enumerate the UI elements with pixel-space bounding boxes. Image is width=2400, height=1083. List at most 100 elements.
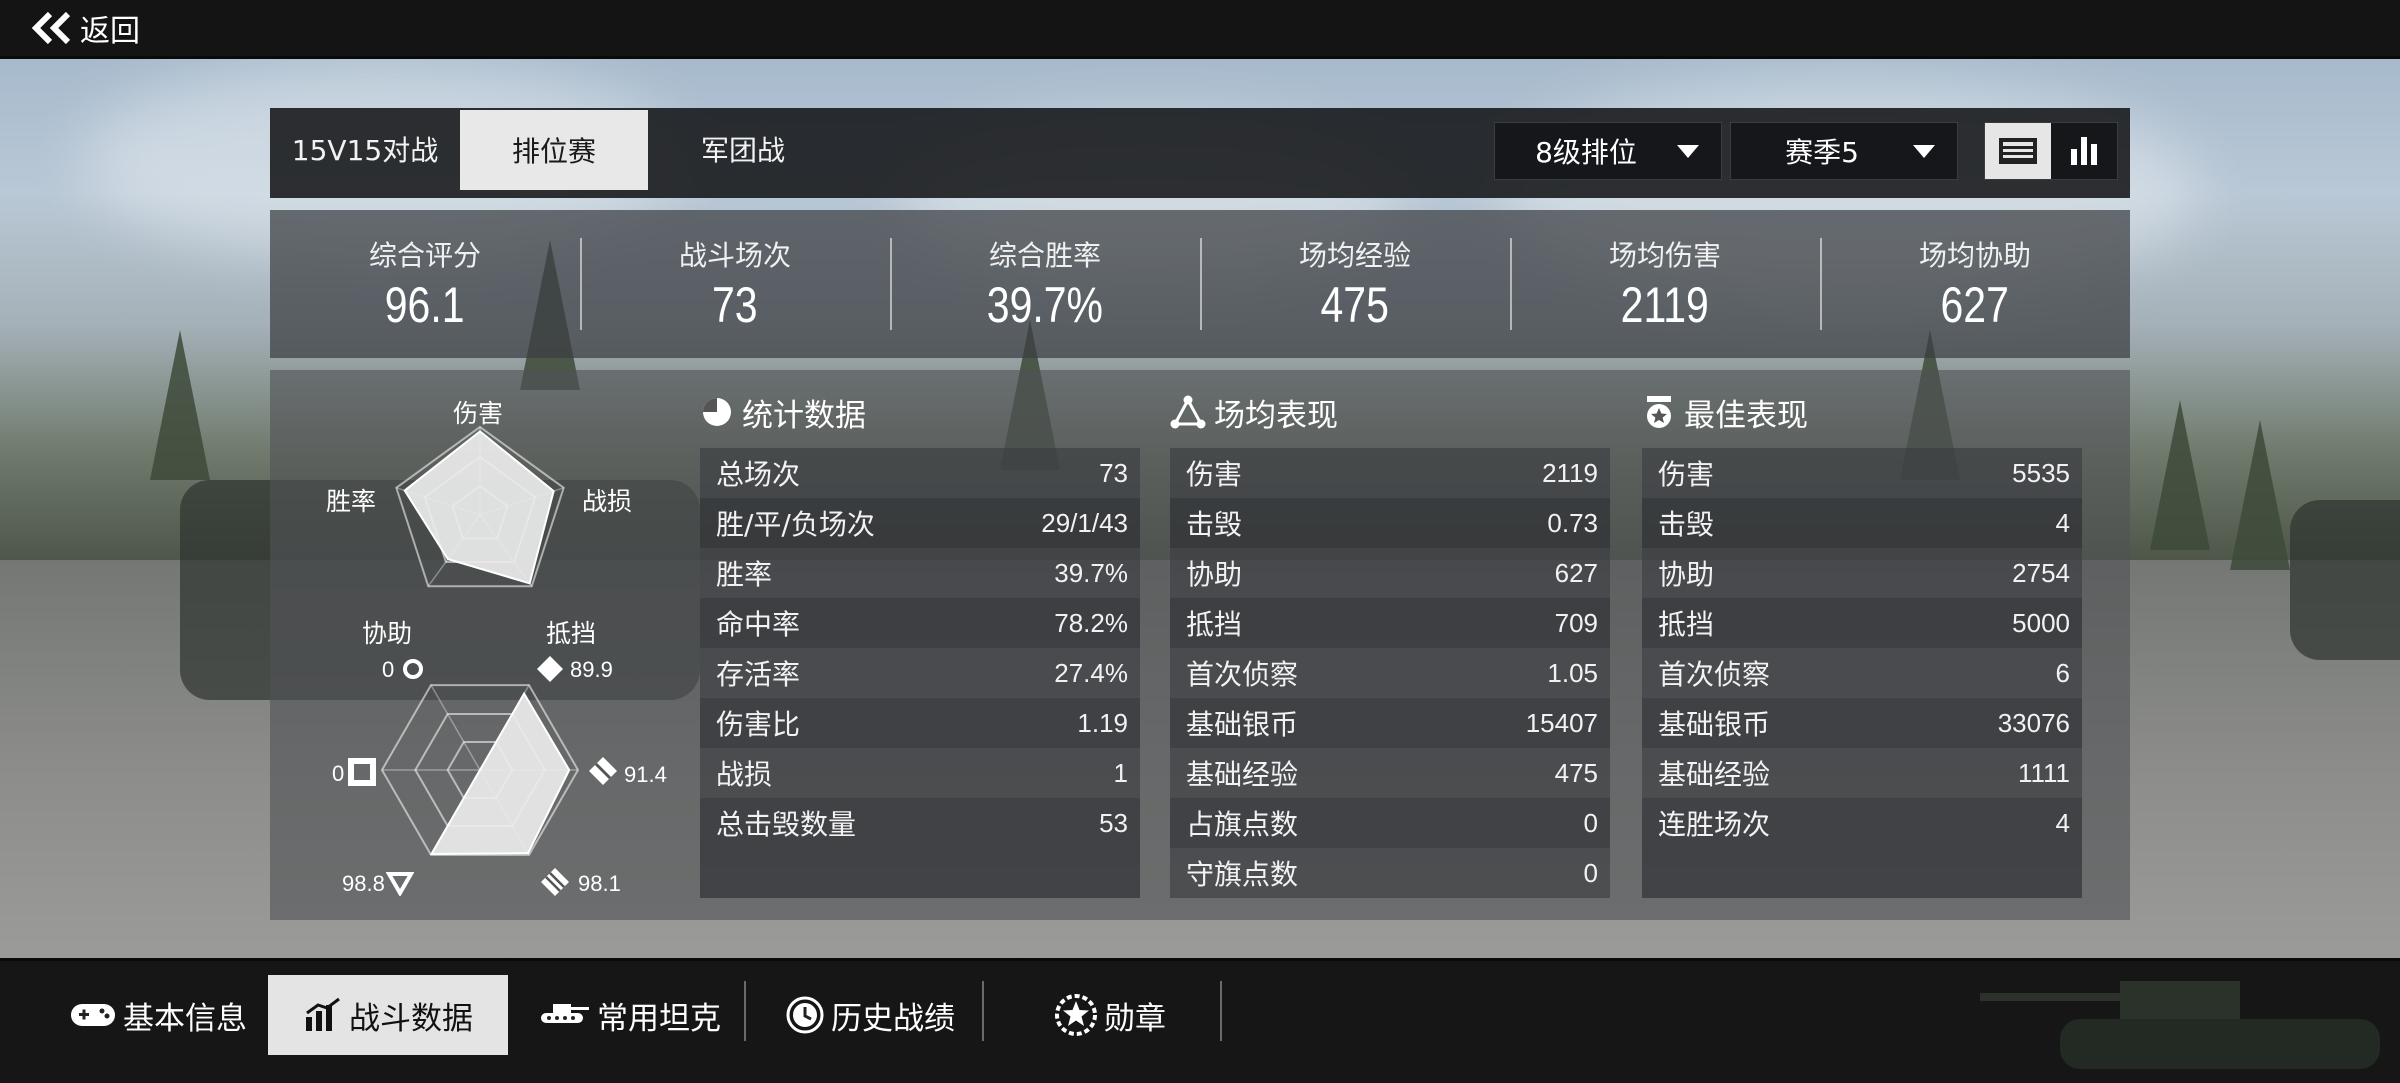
list-view-icon [1999, 138, 2037, 164]
square-marker-icon [348, 758, 376, 786]
nav-medals[interactable]: 勋章 [1040, 975, 1180, 1055]
tier-dropdown-value: 8级排位 [1535, 136, 1637, 169]
chart-view-button[interactable] [2051, 123, 2117, 179]
hex-value-right: 91.4 [624, 762, 667, 787]
hex-value-top-left: 0 [382, 657, 395, 682]
table-row: 协助 2754 [1642, 548, 2082, 598]
stats-header: 统计数据 [700, 392, 866, 434]
summary-avg-assist: 场均协助 627 [1820, 210, 2130, 358]
summary-value: 96.1 [385, 277, 465, 333]
back-button[interactable]: 返回 [28, 6, 140, 50]
gamepad-icon [71, 1004, 115, 1026]
row-label: 战损 [716, 758, 773, 791]
ring-marker-icon [403, 659, 423, 679]
summary-value: 73 [712, 277, 758, 333]
hex-value-bottom-left: 98.8 [342, 871, 385, 896]
row-label: 胜率 [716, 558, 773, 591]
row-label: 基础经验 [1658, 758, 1771, 791]
summary-label: 综合评分 [368, 239, 481, 272]
radar-label-block: 抵挡 [546, 619, 597, 648]
triple-stripe-marker-icon [541, 868, 569, 896]
tank-icon [541, 1004, 589, 1023]
table-row: 协助 627 [1170, 548, 1610, 598]
table-row: 伤害 5535 [1642, 448, 2082, 498]
table-row: 胜率 39.7% [700, 548, 1140, 598]
table-row: 守旗点数 0 [1170, 848, 1610, 898]
summary-label: 场均经验 [1298, 239, 1411, 272]
node-triangle-icon [1170, 395, 1206, 429]
radar-label-losses: 战损 [582, 487, 633, 516]
pentagon-value-shape [403, 430, 555, 585]
summary-avg-exp: 场均经验 475 [1200, 210, 1510, 358]
table-row: 连胜场次 4 [1642, 798, 2082, 848]
row-value: 1111 [2017, 757, 2070, 788]
table-row: 总击毁数量 53 [700, 798, 1140, 848]
summary-value: 627 [1940, 277, 2010, 333]
row-value: 709 [1554, 607, 1598, 638]
nav-label: 战斗数据 [349, 1000, 473, 1037]
tab-clan-war[interactable]: 军团战 [648, 108, 838, 190]
table-row: 伤害 2119 [1170, 448, 1610, 498]
row-value: 15407 [1525, 707, 1598, 738]
medal-star-icon [1647, 396, 1671, 428]
average-header: 场均表现 [1170, 392, 1338, 434]
row-value: 2754 [2012, 557, 2070, 588]
view-toggle [1984, 122, 2118, 180]
nav-common-tanks[interactable]: 常用坦克 [530, 975, 730, 1055]
tab-15v15[interactable]: 15V15对战 [270, 108, 460, 190]
best-title: 最佳表现 [1684, 397, 1808, 434]
row-value: 4 [2055, 807, 2070, 838]
mode-tab-bar: 15V15对战 排位赛 军团战 8级排位 赛季5 [270, 108, 2130, 198]
performance-hexagon-radar [380, 684, 580, 856]
tab-ranked[interactable]: 排位赛 [460, 110, 648, 190]
row-label: 首次侦察 [1658, 658, 1771, 691]
summary-avg-damage: 场均伤害 2119 [1510, 210, 1820, 358]
row-label: 存活率 [716, 658, 801, 691]
row-value: 33076 [1997, 707, 2070, 738]
summary-stats: 综合评分 96.1 战斗场次 73 综合胜率 39.7% 场均经验 475 场均… [270, 210, 2130, 358]
top-bar: 返回 [0, 0, 2400, 59]
tab-label: 排位赛 [511, 135, 596, 168]
row-label: 基础经验 [1186, 758, 1299, 791]
row-label: 协助 [1658, 558, 1715, 591]
table-row: 击毁 0.73 [1170, 498, 1610, 548]
list-view-button[interactable] [1985, 123, 2051, 179]
row-value: 29/1/43 [1041, 507, 1128, 538]
season-dropdown[interactable]: 赛季5 [1730, 122, 1958, 180]
table-row: 胜/平/负场次 29/1/43 [700, 498, 1140, 548]
row-value: 1 [1113, 757, 1128, 788]
table-row: 击毁 4 [1642, 498, 2082, 548]
nav-label: 历史战绩 [831, 1000, 955, 1037]
hex-value-bottom-right: 98.1 [578, 871, 621, 896]
summary-value: 475 [1320, 277, 1390, 333]
double-stripe-marker-icon [589, 757, 617, 785]
nav-label: 勋章 [1104, 1000, 1166, 1037]
row-label: 连胜场次 [1658, 808, 1771, 841]
row-value: 73 [1099, 457, 1128, 488]
row-label: 总场次 [716, 458, 801, 491]
row-value: 0 [1583, 857, 1598, 888]
detail-panel: 伤害 战损 胜率 协助 抵挡 0 89.9 0 91.4 98.8 98.1 统… [270, 370, 2130, 920]
row-label: 占旗点数 [1186, 808, 1299, 841]
tank-silhouette-decoration [1980, 981, 2380, 1069]
season-dropdown-value: 赛季5 [1785, 136, 1859, 169]
tier-dropdown[interactable]: 8级排位 [1494, 122, 1722, 180]
table-row: 抵挡 709 [1170, 598, 1610, 648]
stats-table: 总场次 73 胜/平/负场次 29/1/43 胜率 39.7% 命中率 78.2% 存活率 27.… [700, 448, 1140, 898]
row-label: 基础银币 [1186, 708, 1299, 741]
row-label: 伤害 [1658, 458, 1715, 491]
row-value: 0 [1583, 807, 1598, 838]
hex-value-top-right: 89.9 [570, 657, 613, 682]
nav-battle-data[interactable]: 战斗数据 [268, 975, 508, 1055]
nav-basic-info[interactable]: 基本信息 [58, 975, 258, 1055]
row-label: 命中率 [716, 608, 801, 641]
bar-chart-icon [306, 997, 340, 1031]
row-label: 抵挡 [1658, 608, 1715, 641]
row-value: 1.05 [1547, 657, 1598, 688]
row-label: 协助 [1186, 558, 1243, 591]
nav-divider [1220, 981, 1222, 1041]
table-row: 首次侦察 1.05 [1170, 648, 1610, 698]
table-row: 基础银币 33076 [1642, 698, 2082, 748]
nav-history[interactable]: 历史战绩 [770, 975, 970, 1055]
nav-divider [982, 981, 984, 1041]
